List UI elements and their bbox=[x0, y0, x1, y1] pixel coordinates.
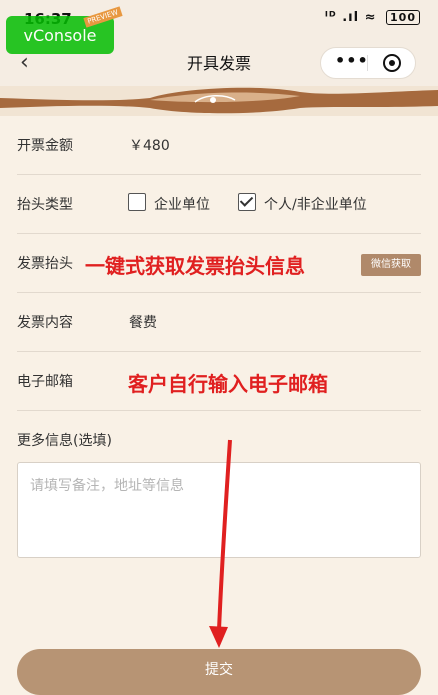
email-row[interactable]: 电子邮箱 客户自行输入电子邮箱 bbox=[17, 352, 421, 411]
signal-wifi-icon: ᴵᴰ .ıl ≈ 100 bbox=[325, 10, 420, 25]
checkbox-enterprise-label[interactable]: 企业单位 bbox=[154, 194, 210, 214]
invoice-form: 开票金额 ￥480 抬头类型 企业单位 个人/非企业单位 发票抬头 一键式获取发… bbox=[0, 116, 438, 411]
battery-icon: 100 bbox=[386, 10, 420, 25]
decorative-banner bbox=[0, 86, 438, 116]
checkbox-personal[interactable] bbox=[238, 193, 256, 211]
amount-label: 开票金额 bbox=[17, 138, 73, 154]
close-target-icon[interactable] bbox=[383, 54, 401, 72]
header-type-label: 抬头类型 bbox=[17, 197, 73, 213]
email-annotation: 客户自行输入电子邮箱 bbox=[128, 372, 328, 396]
email-label: 电子邮箱 bbox=[17, 374, 73, 390]
more-info-label: 更多信息(选填) bbox=[17, 433, 112, 449]
checkbox-personal-label[interactable]: 个人/非企业单位 bbox=[264, 194, 367, 214]
amount-value: ￥480 bbox=[129, 138, 170, 154]
content-row: 发票内容 餐费 bbox=[17, 293, 421, 352]
header-type-row: 抬头类型 企业单位 个人/非企业单位 bbox=[17, 175, 421, 234]
content-label: 发票内容 bbox=[17, 315, 73, 331]
capsule-divider bbox=[367, 55, 368, 71]
submit-button[interactable]: 提交 bbox=[17, 649, 421, 695]
amount-row: 开票金额 ￥480 bbox=[17, 116, 421, 175]
invoice-title-annotation: 一键式获取发票抬头信息 bbox=[85, 254, 305, 278]
miniprogram-capsule: ••• bbox=[320, 47, 416, 79]
more-info-textarea[interactable]: 请填写备注，地址等信息 bbox=[17, 462, 421, 558]
more-info-placeholder: 请填写备注，地址等信息 bbox=[30, 478, 184, 494]
invoice-title-row: 发票抬头 一键式获取发票抬头信息 微信获取 bbox=[17, 234, 421, 293]
checkbox-enterprise[interactable] bbox=[128, 193, 146, 211]
more-icon[interactable]: ••• bbox=[335, 51, 369, 70]
wechat-fetch-button[interactable]: 微信获取 bbox=[361, 254, 421, 276]
content-value: 餐费 bbox=[129, 315, 157, 331]
invoice-title-label: 发票抬头 bbox=[17, 256, 73, 272]
signal-text: ᴵᴰ .ıl ≈ bbox=[324, 10, 377, 25]
